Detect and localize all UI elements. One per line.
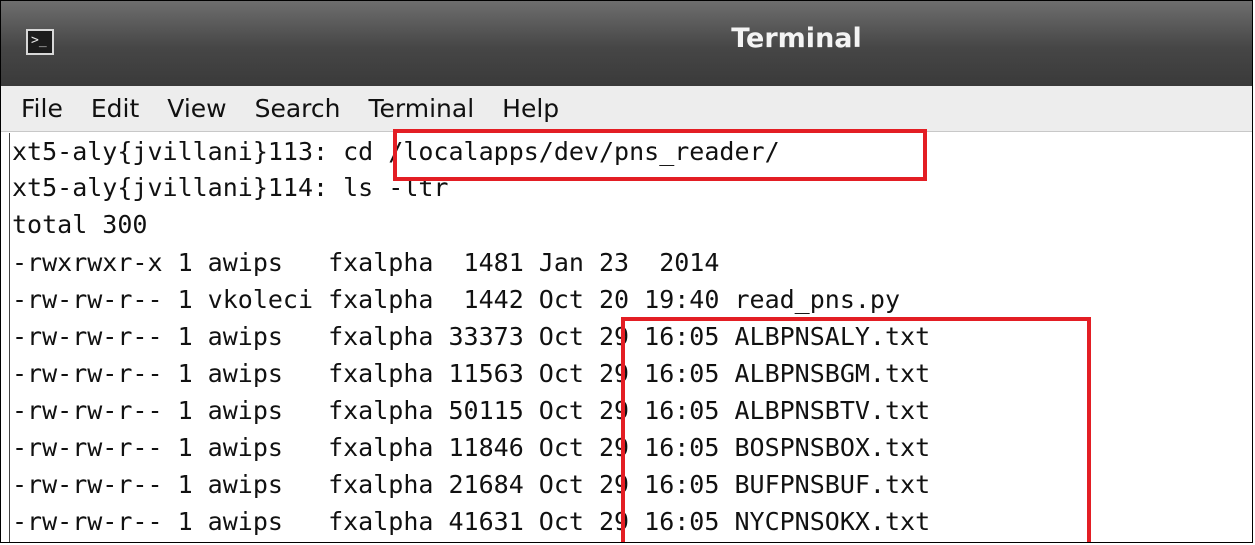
menu-edit[interactable]: Edit [91,94,139,124]
menu-terminal[interactable]: Terminal [368,94,474,124]
menu-file[interactable]: File [21,94,63,124]
title-bar[interactable]: >_ Terminal [1,1,1252,87]
terminal-line-ls-command: xt5-aly{jvillani}114: ls -ltr [12,173,449,202]
terminal-line-total: total 300 [12,210,148,239]
menu-help[interactable]: Help [502,94,559,124]
cd-command-highlight-box [393,129,927,181]
terminal-line-file: -rw-rw-r-- 1 vkoleci fxalpha 1442 Oct 20… [12,285,901,314]
terminal-line-file: -rwxrwxr-x 1 awips fxalpha 1481 Jan 23 2… [12,248,720,277]
window-title: Terminal [731,23,862,54]
file-timestamp-highlight-box [621,317,1091,542]
menu-search[interactable]: Search [255,94,341,124]
terminal-window: >_ Terminal File Edit View Search Termin… [0,0,1253,543]
menu-bar: File Edit View Search Terminal Help [1,86,1252,132]
menu-view[interactable]: View [167,94,226,124]
